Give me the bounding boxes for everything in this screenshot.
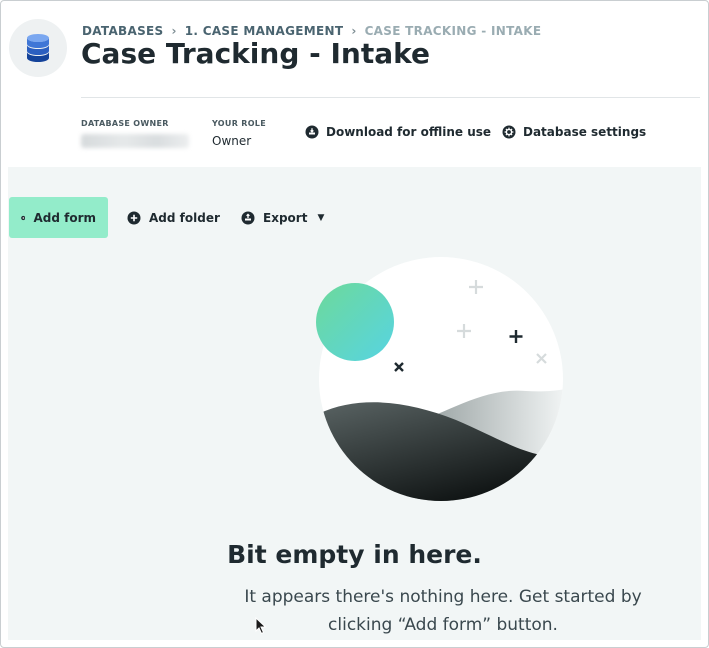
gear-icon [502, 125, 516, 139]
breadcrumb-databases[interactable]: DATABASES [82, 24, 163, 38]
main-panel: Add form Add folder Export ▼ Bit empty i… [8, 167, 701, 640]
breadcrumb-case-management[interactable]: 1. CASE MANAGEMENT [185, 24, 344, 38]
mouse-cursor-icon [255, 617, 267, 635]
your-role-label: YOUR ROLE [212, 119, 266, 128]
export-dropdown[interactable]: Export ▼ [229, 197, 336, 238]
header-divider [81, 97, 700, 98]
database-owner-value-redacted [81, 134, 189, 148]
plus-circle-icon [21, 215, 26, 220]
download-icon [305, 125, 319, 139]
page-title: Case Tracking - Intake [81, 37, 430, 70]
database-settings-button[interactable]: Database settings [502, 123, 646, 141]
export-icon [241, 211, 255, 224]
download-offline-button[interactable]: Download for offline use [305, 123, 491, 141]
empty-state-illustration [316, 257, 563, 501]
plus-circle-icon [127, 211, 141, 224]
breadcrumb-current: CASE TRACKING - INTAKE [364, 24, 542, 38]
add-form-button[interactable]: Add form [9, 197, 108, 238]
database-settings-label: Database settings [523, 125, 647, 139]
database-avatar [9, 19, 67, 77]
database-icon [27, 34, 49, 62]
chevron-right-icon: › [351, 24, 357, 38]
add-folder-button[interactable]: Add folder [115, 197, 232, 238]
app-window: DATABASES › 1. CASE MANAGEMENT › CASE TR… [0, 0, 709, 648]
empty-state-description: It appears there's nothing here. Get sta… [244, 587, 642, 635]
download-offline-label: Download for offline use [326, 125, 492, 139]
your-role-value: Owner [212, 134, 252, 148]
your-role: YOUR ROLE Owner [212, 119, 266, 148]
database-owner: DATABASE OWNER [81, 119, 189, 152]
export-label: Export [263, 210, 308, 225]
chevron-right-icon: › [171, 24, 177, 38]
add-form-label: Add form [33, 210, 96, 225]
database-owner-label: DATABASE OWNER [81, 119, 169, 128]
empty-state-title: Bit empty in here. [227, 540, 482, 569]
add-folder-label: Add folder [149, 210, 220, 225]
caret-down-icon: ▼ [317, 212, 325, 223]
